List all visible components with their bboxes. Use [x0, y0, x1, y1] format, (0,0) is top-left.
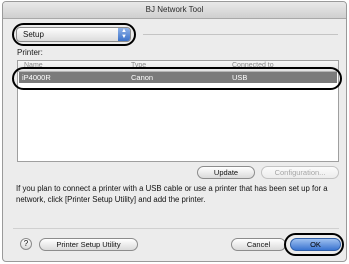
- printer-setup-utility-button[interactable]: Printer Setup Utility: [39, 238, 138, 251]
- highlight-oval-setup: [12, 23, 136, 46]
- bottom-separator: [13, 228, 339, 229]
- header-separator: [143, 34, 338, 35]
- bj-network-tool-window: BJ Network Tool Setup ▲ ▼ Printer: Name T…: [2, 1, 347, 262]
- info-text: If you plan to connect a printer with a …: [16, 184, 328, 204]
- window-title: BJ Network Tool: [3, 2, 346, 19]
- printer-label: Printer:: [17, 48, 43, 57]
- update-button[interactable]: Update: [197, 166, 255, 179]
- configuration-button[interactable]: Configuration...: [261, 166, 339, 179]
- highlight-oval-ok: [284, 233, 344, 256]
- highlight-oval-printer-row: [12, 67, 342, 90]
- cancel-button[interactable]: Cancel: [231, 238, 286, 251]
- help-button[interactable]: ?: [20, 238, 32, 250]
